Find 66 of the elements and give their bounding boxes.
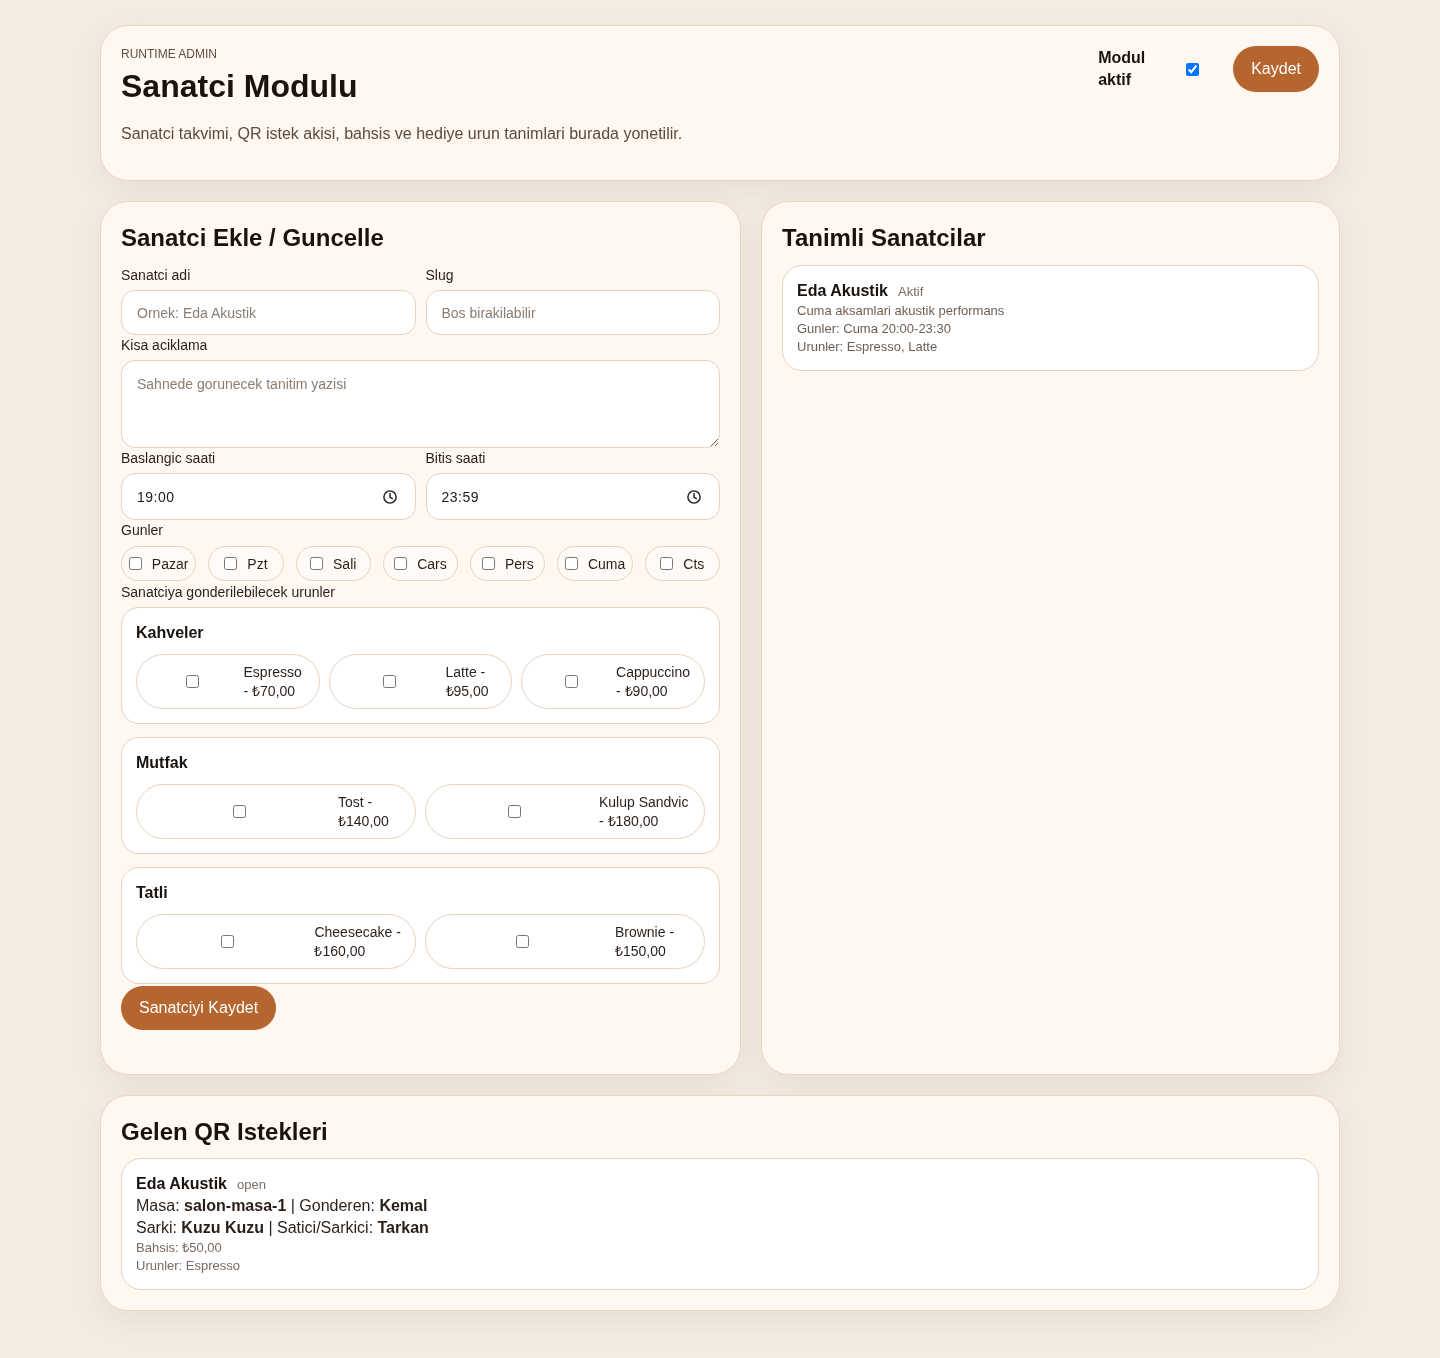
textarea-field[interactable]: Sahnede gorunecek tanitim yazisi: [121, 360, 720, 448]
text-input[interactable]: Ornek: Eda Akustik: [121, 290, 416, 335]
day-chip[interactable]: Sali: [295, 546, 371, 581]
checkbox[interactable]: [128, 557, 142, 570]
status-label: Aktif: [898, 283, 924, 301]
checkbox[interactable]: [481, 557, 495, 570]
clock-icon[interactable]: [687, 489, 701, 504]
checkbox[interactable]: [310, 557, 323, 570]
product-option[interactable]: Espresso - ₺70,00: [136, 654, 320, 709]
artist-detail: Gunler: Cuma 20:00-23:30: [797, 320, 951, 338]
clock-icon[interactable]: [382, 489, 397, 504]
request-meta: Urunler: Espresso: [136, 1257, 241, 1275]
group-title: Mutfak: [136, 753, 189, 773]
checkbox[interactable]: [233, 805, 246, 818]
artist-detail: Urunler: Espresso, Latte: [797, 338, 938, 356]
checkbox[interactable]: [394, 557, 408, 570]
save-button[interactable]: Kaydet: [1233, 46, 1319, 92]
artist-name: Eda Akustik: [136, 1174, 227, 1194]
group-title: Tatli: [136, 883, 169, 903]
section-title: Tanimli Sanatcilar: [782, 223, 987, 253]
request-detail: Sarki: Kuzu Kuzu | Satici/Sarkici: Tarkan: [136, 1218, 429, 1238]
eyebrow-label: RUNTIME ADMIN: [121, 46, 218, 62]
checkbox[interactable]: [515, 935, 529, 948]
product-option[interactable]: Latte - ₺95,00: [328, 654, 513, 709]
checkbox[interactable]: [185, 675, 199, 688]
checkbox[interactable]: [564, 557, 578, 570]
page-description: Sanatci takvimi, QR istek akisi, bahsis ve hediye urun tanimlari burada yonetilir.: [121, 124, 683, 144]
day-chip[interactable]: Pers: [470, 546, 546, 581]
page-title: Sanatci Modulu: [121, 67, 359, 106]
product-option[interactable]: Tost - ₺140,00: [136, 784, 416, 839]
checkbox[interactable]: [660, 557, 674, 570]
time-field[interactable]: 23:59: [425, 473, 720, 520]
toggle-label: Modul aktif: [1098, 48, 1147, 90]
field-label: Slug: [425, 266, 455, 285]
group-title: Kahveler: [136, 623, 205, 643]
day-chip[interactable]: Cuma: [557, 546, 633, 581]
product-option[interactable]: Brownie - ₺150,00: [425, 914, 705, 969]
day-chip[interactable]: Pzt: [208, 546, 284, 581]
field-label: Sanatci adi: [121, 266, 192, 285]
artist-detail: Cuma aksamlari akustik performans: [797, 302, 1005, 320]
artist-name: Eda Akustik: [797, 281, 888, 301]
field-label: Sanatciya gonderilebilecek urunler: [121, 583, 337, 602]
request-meta: Bahsis: ₺50,00: [136, 1239, 222, 1257]
field-label: Baslangic saati: [121, 449, 217, 468]
field-label: Kisa aciklama: [121, 336, 209, 355]
day-chip[interactable]: Pazar: [121, 546, 197, 581]
day-chip[interactable]: Cts: [644, 546, 720, 581]
checkbox[interactable]: [224, 557, 238, 570]
field-label: Gunler: [121, 521, 165, 540]
time-field[interactable]: 19:00: [121, 473, 416, 520]
request-detail: Masa: salon-masa-1 | Gonderen: Kemal: [136, 1196, 428, 1216]
checkbox[interactable]: [508, 805, 521, 818]
day-chip[interactable]: Cars: [382, 546, 459, 581]
field-label: Bitis saati: [425, 449, 487, 468]
checkbox[interactable]: [383, 675, 397, 688]
product-option[interactable]: Cheesecake - ₺160,00: [136, 914, 416, 969]
section-title: Gelen QR Istekleri: [121, 1117, 329, 1147]
checkbox[interactable]: [221, 935, 235, 948]
status-label: open: [237, 1176, 266, 1194]
product-option[interactable]: Cappuccino - ₺90,00: [521, 654, 705, 709]
section-title: Sanatci Ekle / Guncelle: [121, 223, 385, 253]
save-artist-button[interactable]: Sanatciyi Kaydet: [121, 986, 277, 1030]
checkbox[interactable]: [564, 675, 578, 688]
product-option[interactable]: Kulup Sandvic - ₺180,00: [425, 784, 705, 839]
module-active-checkbox[interactable]: [1186, 62, 1200, 76]
text-input[interactable]: Bos birakilabilir: [425, 290, 720, 335]
